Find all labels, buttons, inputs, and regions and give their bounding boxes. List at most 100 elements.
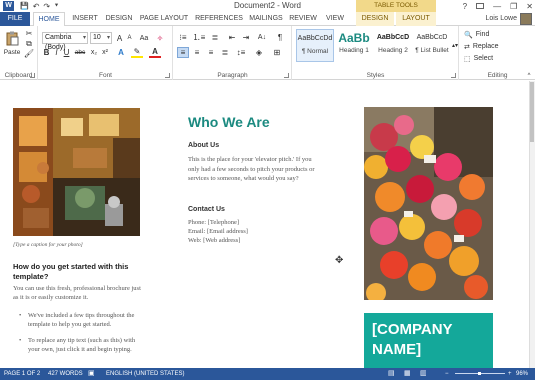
tab-table-design[interactable]: DESIGN [356,12,394,26]
word-count[interactable]: 427 WORDS [48,368,83,380]
zoom-out-icon[interactable]: − [445,368,449,380]
tab-page-layout[interactable]: PAGE LAYOUT [138,12,190,26]
bullets-icon[interactable]: ⁝≡ [177,31,189,43]
tab-review[interactable]: REVIEW [288,12,318,26]
web-layout-icon[interactable]: ▥ [420,368,427,380]
tab-mailings[interactable]: MAILINGS [247,12,285,26]
superscript-button[interactable]: x² [100,47,110,58]
read-mode-icon[interactable]: ▤ [388,368,395,380]
decrease-indent-icon[interactable]: ⇤ [226,31,238,43]
tab-view[interactable]: VIEW [322,12,348,26]
tab-insert[interactable]: INSERT [68,12,102,26]
align-left-icon[interactable]: ≡ [177,47,189,58]
strikethrough-button[interactable]: abc [73,47,87,58]
left-heading[interactable]: How do you get started with this templat… [13,262,143,282]
styles-launcher-icon[interactable] [451,73,456,78]
tab-file[interactable]: FILE [0,12,30,26]
restore-button[interactable]: ❐ [510,2,517,11]
close-button[interactable]: ✕ [526,2,533,11]
proofing-icon[interactable]: ▣ [88,368,95,380]
ribbon-display-icon[interactable] [476,3,485,9]
grow-font-icon[interactable]: A [115,32,124,44]
zoom-in-icon[interactable]: + [508,368,512,380]
collapse-ribbon-icon[interactable]: ^ [526,73,532,79]
company-name-block[interactable]: [COMPANY NAME] [364,313,493,368]
font-group-label: Font [98,72,112,79]
tab-references[interactable]: REFERENCES [194,12,244,26]
avatar[interactable] [520,13,532,25]
replace-label: Replace [472,43,499,50]
zoom-slider-thumb[interactable] [478,372,481,375]
contact-heading[interactable]: Contact Us [188,206,225,213]
left-body-text[interactable]: You can use this fresh, professional bro… [13,284,145,302]
copy-icon[interactable]: ⧉ [24,39,34,48]
title-bar: W 💾 ↶ ↷ ⯆ Document2 - Word TABLE TOOLS ?… [0,0,535,12]
select-button[interactable]: ⬚ Select [464,53,493,64]
minimize-button[interactable]: — [493,2,501,11]
bullet-icon: • [19,312,22,319]
style-heading-2-name: Heading 2 [378,47,408,54]
cut-icon[interactable]: ✂ [24,29,34,38]
align-right-icon[interactable]: ≡ [205,47,217,58]
paragraph-launcher-icon[interactable] [284,73,289,78]
style-heading-1[interactable]: AaBb Heading 1 [335,29,373,62]
print-layout-icon[interactable]: ▦ [404,368,411,380]
tab-home[interactable]: HOME [33,12,65,27]
font-name-select[interactable]: Cambria (Body) ▾ [42,32,88,51]
about-heading[interactable]: About Us [188,142,219,149]
zoom-level[interactable]: 96% [516,368,528,380]
change-case-icon[interactable]: Aa [137,32,151,44]
borders-icon[interactable]: ⊞ [270,47,284,58]
company-name-line1: [COMPANY [372,321,453,338]
align-center-icon[interactable]: ≡ [191,47,203,58]
tab-design[interactable]: DESIGN [104,12,134,26]
subscript-button[interactable]: x₂ [89,47,99,58]
zoom-slider[interactable] [455,372,505,375]
list-item[interactable]: • We've included a few tips throughout t… [13,311,145,331]
font-launcher-icon[interactable] [165,73,170,78]
photo-caption[interactable]: [Type a caption for your photo] [13,242,83,248]
sort-icon[interactable]: A↓ [256,31,268,43]
style-heading-2[interactable]: AaBbCcD Heading 2 [374,29,412,62]
user-name[interactable]: Lois Lowe [485,12,517,26]
shading-icon[interactable]: ◈ [252,47,266,58]
style-normal[interactable]: AaBbCcDd ¶ Normal [296,29,334,62]
tab-table-layout[interactable]: LAYOUT [396,12,436,26]
italic-button[interactable]: I [52,47,61,58]
bold-button[interactable]: B [42,47,51,58]
show-hide-marks-icon[interactable]: ¶ [274,31,286,43]
list-item[interactable]: • To replace any tip text (such as this)… [13,336,145,356]
style-list-bullet[interactable]: AaBbCcD ¶ List Bullet [413,29,451,62]
styles-scroll-icon[interactable]: ▴▾ [452,29,458,62]
multilevel-list-icon[interactable]: ≣ [209,31,221,43]
about-body-text[interactable]: This is the place for your 'elevator pit… [188,155,320,184]
paste-button[interactable]: Paste [3,48,21,56]
text-effects-icon[interactable]: A [115,47,127,58]
font-color-icon[interactable]: A [149,47,161,58]
shop-interior-photo[interactable] [13,108,140,236]
scrollbar-thumb[interactable] [530,82,534,142]
font-size-select[interactable]: 10 ▾ [90,32,112,44]
increase-indent-icon[interactable]: ⇥ [240,31,252,43]
replace-button[interactable]: ⇄ Replace [464,41,499,52]
highlight-color-icon[interactable]: ✎ [131,47,143,58]
window-title: Document2 - Word [234,1,301,10]
line-spacing-icon[interactable]: ↕≡ [234,47,248,58]
help-icon[interactable]: ? [463,2,467,11]
document-page[interactable]: [Type a caption for your photo] How do y… [0,81,529,368]
contact-web[interactable]: Web: [Web address] [188,236,320,246]
page-count[interactable]: PAGE 1 OF 2 [4,368,40,380]
flowers-photo[interactable] [364,107,493,300]
table-tools-label: TABLE TOOLS [356,0,436,12]
clear-formatting-icon[interactable]: ✧ [154,32,166,44]
center-title[interactable]: Who We Are [188,114,270,130]
language-status[interactable]: ENGLISH (UNITED STATES) [106,368,184,380]
clipboard-launcher-icon[interactable] [30,73,35,78]
justify-icon[interactable]: ≣ [219,47,231,58]
underline-button[interactable]: U [62,47,71,58]
shrink-font-icon[interactable]: A [125,32,134,44]
find-button[interactable]: 🔍 Find [464,29,489,40]
numbering-icon[interactable]: ⒈≡ [193,31,206,43]
format-painter-icon[interactable]: 🖌 [24,49,34,58]
paste-icon[interactable] [5,30,19,46]
